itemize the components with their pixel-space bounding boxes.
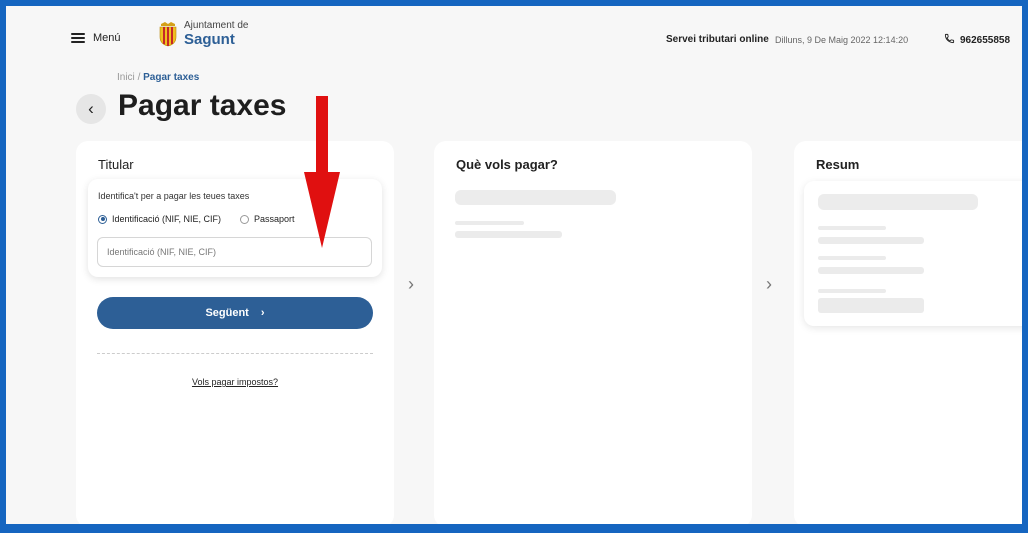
menu-label: Menú [93, 32, 121, 44]
chevron-right-icon: › [408, 274, 414, 294]
radio-passport-label: Passaport [254, 214, 295, 224]
phone-icon [944, 33, 955, 47]
breadcrumb: Inici / Pagar taxes [117, 72, 199, 83]
skeleton-line [455, 231, 562, 238]
radio-identification-label: Identificació (NIF, NIE, CIF) [112, 214, 222, 224]
breadcrumb-current: Pagar taxes [143, 72, 200, 83]
chevron-right-icon: › [260, 307, 265, 319]
skeleton-bar [455, 190, 616, 205]
chevron-left-icon: ‹ [88, 99, 94, 118]
service-title: Servei tributari online [666, 34, 769, 45]
breadcrumb-separator: / [134, 72, 144, 83]
chevron-right-icon: › [766, 274, 772, 294]
skeleton-line [818, 267, 924, 274]
skeleton-line [818, 226, 886, 230]
pay-taxes-link-label: Vols pagar impostos? [191, 377, 279, 387]
radio-unchecked-icon [240, 214, 249, 224]
app-window: Menú Ajuntament de Sagunt Servei tributa… [6, 6, 1022, 524]
next-button-label: Següent [205, 307, 249, 319]
payment-title: Què vols pagar? [456, 157, 558, 172]
red-arrow-icon [304, 96, 340, 253]
menu-button[interactable]: Menú [71, 32, 121, 44]
skeleton-line [818, 256, 886, 260]
summary-title: Resum [816, 157, 860, 172]
identification-prompt: Identifica't per a pagar les teues taxes [98, 191, 250, 201]
skeleton-line [818, 237, 924, 244]
radio-checked-icon [98, 214, 107, 224]
skeleton-bar [818, 194, 978, 210]
titular-panel: Titular Identifica't per a pagar les teu… [76, 141, 394, 524]
header: Menú Ajuntament de Sagunt Servei tributa… [6, 6, 1022, 68]
logo[interactable]: Ajuntament de Sagunt [158, 20, 249, 48]
phone-number: 962655858 [960, 34, 1011, 46]
summary-card [804, 181, 1022, 326]
crest-icon [158, 21, 178, 47]
divider [97, 353, 373, 354]
phone-link[interactable]: 962655858 [944, 33, 1010, 47]
radio-passport[interactable]: Passaport [240, 214, 295, 224]
page-title: Pagar taxes [118, 89, 287, 122]
skeleton-line [455, 221, 524, 225]
titular-title: Titular [98, 157, 134, 172]
logo-title: Sagunt [184, 30, 235, 48]
logo-subtitle: Ajuntament de [184, 20, 249, 31]
radio-identification[interactable]: Identificació (NIF, NIE, CIF) [98, 214, 221, 224]
skeleton-line [818, 298, 924, 313]
skeleton-line [818, 289, 886, 293]
current-datetime: Dilluns, 9 De Maig 2022 12:14:20 [775, 35, 909, 45]
summary-panel: Resum [794, 141, 1022, 524]
payment-panel: Què vols pagar? [434, 141, 752, 524]
breadcrumb-home[interactable]: Inici [117, 72, 135, 83]
back-button[interactable]: ‹ [76, 94, 106, 124]
pay-taxes-link[interactable]: Vols pagar impostos? [76, 377, 394, 387]
next-button[interactable]: Següent › [97, 297, 373, 329]
hamburger-icon [71, 33, 85, 43]
